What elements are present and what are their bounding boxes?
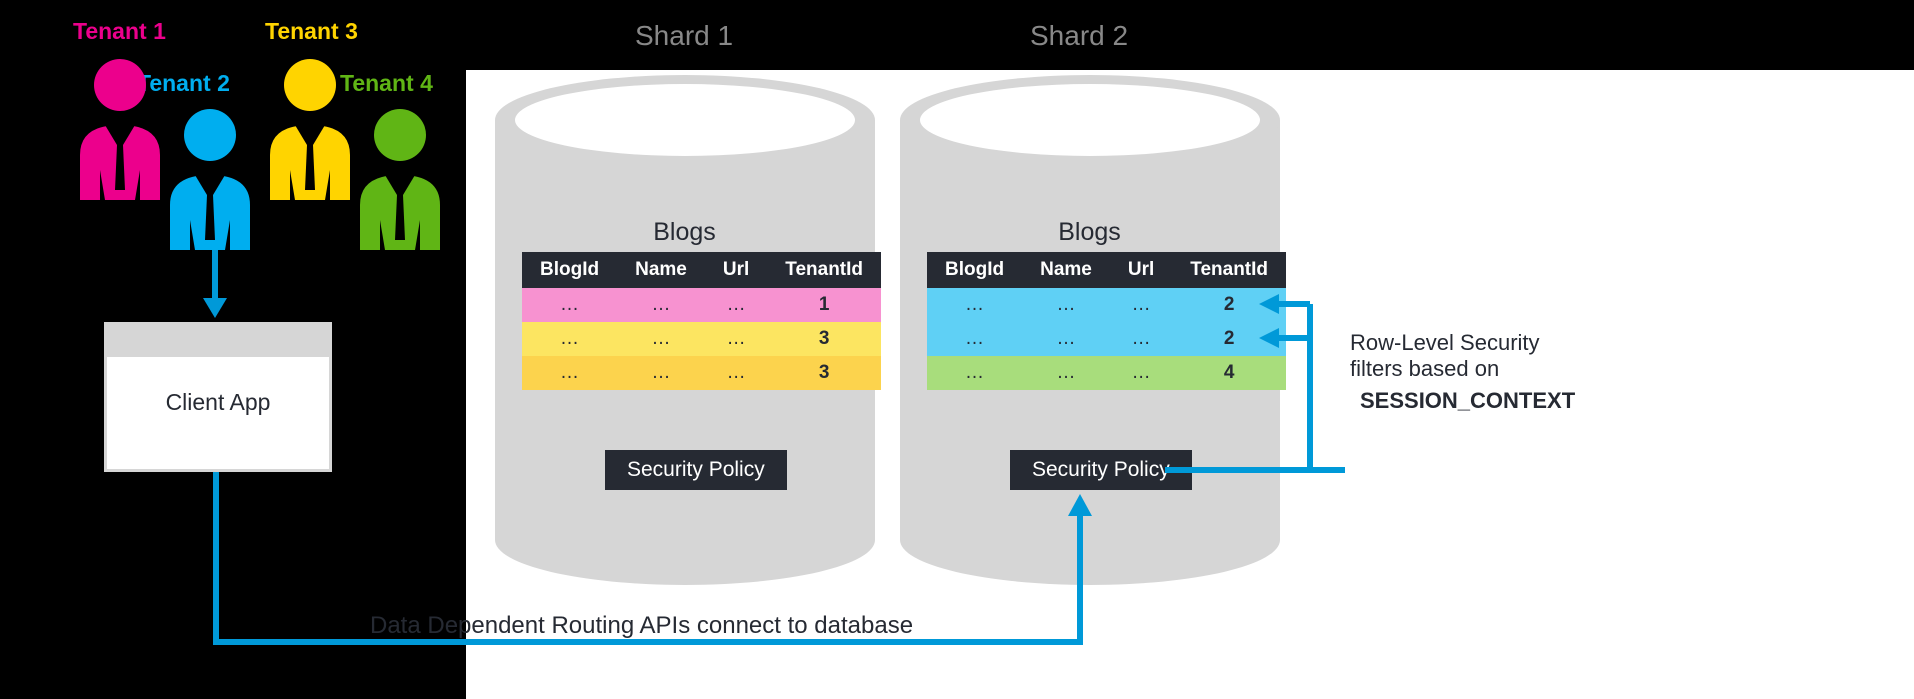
rls-line3: SESSION_CONTEXT — [1360, 388, 1575, 413]
col-tenantid: TenantId — [1172, 252, 1286, 288]
rls-line2: filters based on — [1350, 356, 1630, 382]
shard2-title: Shard 2 — [1030, 20, 1128, 52]
shard1-title: Shard 1 — [635, 20, 733, 52]
col-blogid: BlogId — [522, 252, 617, 288]
table-row: … … … 3 — [522, 356, 881, 390]
rls-line1: Row-Level Security — [1350, 330, 1630, 356]
client-app-label: Client App — [107, 357, 329, 469]
col-tenantid: TenantId — [767, 252, 881, 288]
arrow-tenants-to-client — [200, 250, 230, 320]
tenant3-label: Tenant 3 — [265, 18, 358, 45]
client-app-box: Client App — [104, 322, 332, 472]
ddr-label: Data Dependent Routing APIs connect to d… — [370, 612, 913, 640]
blogs-title-1: Blogs — [522, 218, 847, 247]
blogs-table-1: BlogId Name Url TenantId … … … 1 … … … 3… — [522, 252, 881, 390]
col-url: Url — [1110, 252, 1172, 288]
table-row: … … … 1 — [522, 288, 881, 322]
tenant4-icon — [340, 100, 460, 250]
arrow-rls — [1165, 290, 1335, 490]
col-name: Name — [1022, 252, 1110, 288]
col-name: Name — [617, 252, 705, 288]
rls-callout: Row-Level Security filters based on SESS… — [1350, 330, 1630, 420]
table-row: … … … 3 — [522, 322, 881, 356]
blogs-title-2: Blogs — [927, 218, 1252, 247]
arrow-rls-to-callout — [1305, 465, 1345, 475]
col-url: Url — [705, 252, 767, 288]
tenant1-label: Tenant 1 — [73, 18, 166, 45]
col-blogid: BlogId — [927, 252, 1022, 288]
